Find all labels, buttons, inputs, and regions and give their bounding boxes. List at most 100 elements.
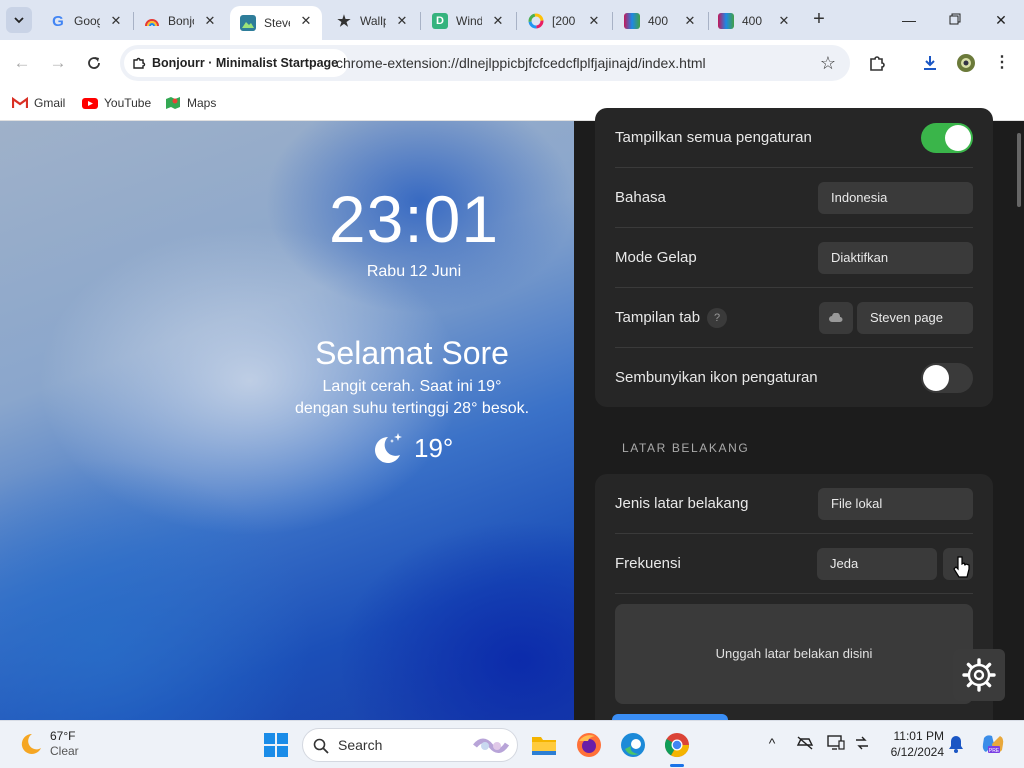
copilot-icon[interactable]: PRE	[980, 732, 1006, 759]
weather-current: 19°	[370, 431, 453, 465]
new-tab-button[interactable]: +	[808, 9, 830, 31]
bookmark-star-icon[interactable]: ☆	[820, 52, 836, 74]
google-icon: G	[52, 12, 64, 30]
file-explorer-icon[interactable]	[530, 731, 558, 759]
bg-type-select[interactable]: File lokal	[818, 488, 973, 520]
language-select[interactable]: Indonesia	[818, 182, 973, 214]
setting-show-all: Tampilkan semua pengaturan	[615, 108, 973, 168]
page-scrollbar[interactable]	[1014, 121, 1024, 720]
tab-bonjourr[interactable]: Bonjourr ✕	[134, 6, 226, 36]
close-icon[interactable]: ✕	[298, 13, 314, 29]
close-icon[interactable]: ✕	[394, 13, 410, 29]
chrome-icon[interactable]	[663, 731, 691, 767]
close-icon[interactable]: ✕	[108, 13, 124, 29]
address-bar[interactable]: Bonjourr · Minimalist Startpage chrome-e…	[120, 45, 850, 81]
setting-frequency: Frekuensi Jeda	[615, 534, 973, 594]
cloud-icon	[829, 313, 843, 322]
tab-wallpaper[interactable]: ★ Wallpaper ✕	[326, 6, 418, 36]
tab-steven[interactable]: Steven ✕	[230, 6, 322, 40]
back-button[interactable]: ←	[10, 51, 34, 75]
browser-toolbar: ← → Bonjourr · Minimalist Startpage chro…	[0, 40, 1024, 86]
active-app-indicator	[670, 764, 684, 767]
bookmark-youtube[interactable]: YouTube	[82, 92, 151, 114]
scrollbar-thumb[interactable]	[1017, 133, 1021, 207]
settings-gear-button[interactable]	[953, 649, 1005, 701]
moon-stars-icon	[375, 433, 402, 463]
tab-400-a[interactable]: 400 ✕	[614, 6, 706, 36]
tab-divider	[516, 12, 517, 30]
taskbar-clock[interactable]: 11:01 PM 6/12/2024	[880, 728, 944, 760]
url-text: chrome-extension://dlnejlppicbjfcfcedcfl…	[336, 55, 706, 71]
reload-button[interactable]	[82, 51, 106, 75]
sync-icon[interactable]	[852, 735, 872, 754]
bookmark-gmail[interactable]: Gmail	[12, 92, 65, 114]
hide-icon-toggle[interactable]	[921, 363, 973, 393]
close-icon[interactable]: ✕	[202, 13, 218, 29]
search-highlight-icon	[473, 738, 510, 753]
setting-bg-type: Jenis latar belakang File lokal	[615, 474, 973, 534]
close-window-button[interactable]: ✕	[987, 8, 1015, 32]
tab-200[interactable]: [200 ✕	[518, 6, 610, 36]
tab-divider	[612, 12, 613, 30]
bookmark-maps[interactable]: Maps	[165, 92, 216, 114]
reload-icon	[88, 57, 100, 69]
notification-bell-icon[interactable]	[946, 735, 966, 756]
greeting: Selamat Sore	[315, 335, 509, 371]
show-all-toggle[interactable]	[921, 123, 973, 153]
close-icon[interactable]: ✕	[776, 13, 792, 29]
site-chip[interactable]: Bonjourr · Minimalist Startpage	[124, 49, 349, 77]
toggle-knob	[923, 365, 949, 391]
tab-favicon-button[interactable]	[819, 302, 853, 334]
tab-400-b[interactable]: 400 ✕	[708, 6, 800, 36]
chevron-down-icon	[14, 17, 24, 24]
image-icon	[624, 13, 640, 29]
youtube-icon	[82, 98, 98, 109]
close-icon[interactable]: ✕	[586, 13, 602, 29]
restore-button[interactable]	[941, 8, 969, 32]
tab-title-input[interactable]: Steven page	[857, 302, 973, 334]
network-off-icon[interactable]	[795, 735, 815, 754]
maps-icon	[166, 97, 180, 109]
date-text: Rabu 12 Juni	[366, 263, 462, 280]
tray-overflow-chevron-icon[interactable]: ^	[762, 735, 782, 751]
setting-tab-display: Tampilan tab ? Steven page	[615, 288, 973, 348]
tab-divider	[420, 12, 421, 30]
menu-kebab-icon[interactable]: ⋮	[990, 51, 1014, 75]
gmail-icon	[12, 96, 28, 108]
help-icon[interactable]: ?	[707, 308, 727, 328]
weather-description: Langit cerah. Saat ini 19° dengan suhu t…	[294, 378, 530, 417]
taskbar-weather[interactable]: 67°F Clear	[18, 729, 79, 759]
setting-hide-icon: Sembunyikan ikon pengaturan	[615, 348, 973, 408]
tab-windows[interactable]: D Windows ✕	[422, 6, 514, 36]
close-icon[interactable]: ✕	[490, 13, 506, 29]
extension-puzzle-icon	[133, 57, 146, 69]
download-icon[interactable]	[918, 51, 942, 75]
display-icon[interactable]	[826, 735, 846, 754]
profile-avatar[interactable]	[954, 51, 978, 75]
star-icon: ★	[337, 13, 351, 30]
ring-icon	[528, 13, 544, 29]
upload-dropzone[interactable]: Unggah latar belakan disini	[615, 604, 973, 704]
settings-card-general: Tampilkan semua pengaturan Bahasa Indone…	[595, 108, 993, 407]
forward-button[interactable]: →	[46, 51, 70, 75]
taskbar-search[interactable]: Search	[302, 728, 518, 762]
extensions-icon[interactable]	[865, 51, 889, 75]
search-icon	[313, 738, 329, 754]
tab-search-button[interactable]	[6, 7, 32, 33]
close-icon[interactable]: ✕	[682, 13, 698, 29]
minimize-button[interactable]: —	[895, 8, 923, 32]
d-icon: D	[432, 13, 448, 29]
tab-strip: G Google ✕ Bonjourr ✕ Steven ✕ ★ Wallpap…	[0, 0, 1024, 40]
edge-icon[interactable]	[619, 731, 647, 759]
steven-icon	[240, 15, 256, 31]
start-button[interactable]	[264, 733, 288, 757]
firefox-icon[interactable]	[575, 731, 603, 759]
dark-mode-select[interactable]: Diaktifkan	[818, 242, 973, 274]
restore-icon	[949, 13, 961, 25]
setting-dark-mode: Mode Gelap Diaktifkan	[615, 228, 973, 288]
taskbar: 67°F Clear Search ^ 11:01 PM 6/12/2024 P…	[0, 720, 1024, 768]
frequency-select[interactable]: Jeda	[817, 548, 937, 580]
section-background-title: LATAR BELAKANG	[622, 441, 750, 455]
tab-google[interactable]: G Google ✕	[40, 6, 132, 36]
mouse-cursor-icon	[953, 556, 970, 578]
